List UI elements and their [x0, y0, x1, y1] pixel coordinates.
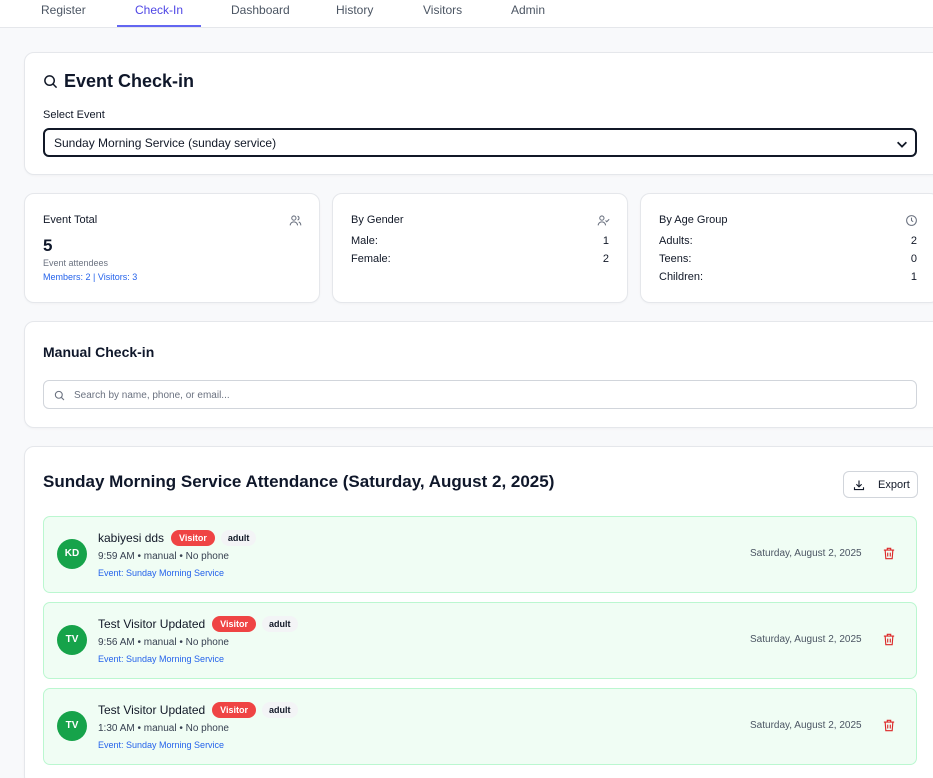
- by-gender-card: By Gender Male: 1 Female: 2: [332, 193, 628, 303]
- search-field[interactable]: [43, 380, 917, 409]
- search-input[interactable]: [74, 386, 904, 404]
- by-age-group-card: By Age Group Adults: 2 Teens: 0 Children…: [640, 193, 933, 303]
- search-icon: [54, 390, 65, 401]
- attendee-name: Test Visitor Updated: [98, 617, 206, 631]
- attendee-name: Test Visitor Updated: [98, 703, 206, 717]
- age-badge: adult: [220, 530, 257, 546]
- event-total-title: Event Total: [43, 214, 98, 226]
- attendance-row: TV Test Visitor Updated Visitor adult 9:…: [43, 602, 917, 679]
- attendee-meta: 1:30 AM • manual • No phone: [98, 723, 229, 734]
- avatar: TV: [57, 625, 87, 655]
- event-select-value: Sunday Morning Service (sunday service): [54, 136, 277, 150]
- visitor-badge: Visitor: [212, 616, 257, 632]
- trash-icon[interactable]: [883, 547, 895, 560]
- age-badge: adult: [262, 702, 298, 718]
- clock-icon: [906, 215, 917, 226]
- attendee-date: Saturday, August 2, 2025: [750, 720, 862, 731]
- by-age-group-title: By Age Group: [659, 214, 728, 226]
- attendee-date: Saturday, August 2, 2025: [750, 548, 862, 559]
- attendee-name-line: kabiyesi dds Visitor adult: [98, 530, 257, 546]
- attendee-event: Event: Sunday Morning Service: [98, 568, 225, 578]
- children-label: Children:: [659, 271, 704, 283]
- tab-visitors[interactable]: Visitors: [405, 0, 480, 27]
- attendee-meta: 9:59 AM • manual • No phone: [98, 551, 229, 562]
- male-value: 1: [602, 235, 609, 247]
- download-icon: [853, 480, 865, 491]
- teens-label: Teens:: [659, 253, 692, 265]
- event-select[interactable]: Sunday Morning Service (sunday service): [43, 128, 917, 157]
- event-total-breakdown: Members: 2 | Visitors: 3: [43, 272, 138, 282]
- attendance-row: KD kabiyesi dds Visitor adult 9:59 AM • …: [43, 516, 917, 593]
- attendance-title: Sunday Morning Service Attendance (Satur…: [43, 472, 555, 491]
- attendance-card: Sunday Morning Service Attendance (Satur…: [24, 446, 933, 778]
- tab-register[interactable]: Register: [23, 0, 104, 27]
- tab-history[interactable]: History: [318, 0, 391, 27]
- male-label: Male:: [351, 235, 378, 247]
- manual-checkin-title: Manual Check-in: [43, 344, 155, 360]
- chevron-down-icon: [897, 141, 907, 148]
- select-event-label: Select Event: [43, 109, 105, 121]
- visitor-badge: Visitor: [212, 702, 257, 718]
- age-badge: adult: [262, 616, 298, 632]
- attendee-name-line: Test Visitor Updated Visitor adult: [98, 616, 298, 632]
- avatar: TV: [57, 711, 87, 741]
- page-title: Event Check-in: [64, 71, 195, 91]
- attendee-name: kabiyesi dds: [98, 531, 165, 545]
- by-gender-title: By Gender: [351, 214, 404, 226]
- tab-admin[interactable]: Admin: [493, 0, 563, 27]
- attendance-row: TV Test Visitor Updated Visitor adult 1:…: [43, 688, 917, 765]
- children-value: 1: [910, 271, 917, 283]
- manual-checkin-card: Manual Check-in: [24, 321, 933, 428]
- export-label: Export: [878, 479, 910, 491]
- teens-value: 0: [910, 253, 917, 265]
- event-total-caption: Event attendees: [43, 258, 109, 268]
- users-icon: [289, 215, 302, 226]
- event-total-card: Event Total 5 Event attendees Members: 2…: [24, 193, 320, 303]
- trash-icon[interactable]: [883, 633, 895, 646]
- top-nav: Register Check-In Dashboard History Visi…: [0, 0, 933, 28]
- tab-dashboard[interactable]: Dashboard: [213, 0, 308, 27]
- attendee-event: Event: Sunday Morning Service: [98, 740, 225, 750]
- trash-icon[interactable]: [883, 719, 895, 732]
- adults-label: Adults:: [659, 235, 693, 247]
- search-icon: [44, 75, 58, 89]
- visitor-badge: Visitor: [171, 530, 215, 546]
- event-checkin-header: Event Check-in: [43, 71, 194, 92]
- avatar: KD: [57, 539, 87, 569]
- adults-value: 2: [910, 235, 917, 247]
- attendee-event: Event: Sunday Morning Service: [98, 654, 225, 664]
- event-total-value: 5: [43, 236, 53, 255]
- event-checkin-card: Event Check-in Select Event Sunday Morni…: [24, 52, 933, 175]
- export-button[interactable]: Export: [843, 471, 918, 498]
- tab-check-in[interactable]: Check-In: [117, 0, 202, 27]
- user-check-icon: [597, 215, 610, 226]
- female-label: Female:: [351, 253, 391, 265]
- attendee-meta: 9:56 AM • manual • No phone: [98, 637, 229, 648]
- attendee-date: Saturday, August 2, 2025: [750, 634, 862, 645]
- attendee-name-line: Test Visitor Updated Visitor adult: [98, 702, 298, 718]
- female-value: 2: [602, 253, 609, 265]
